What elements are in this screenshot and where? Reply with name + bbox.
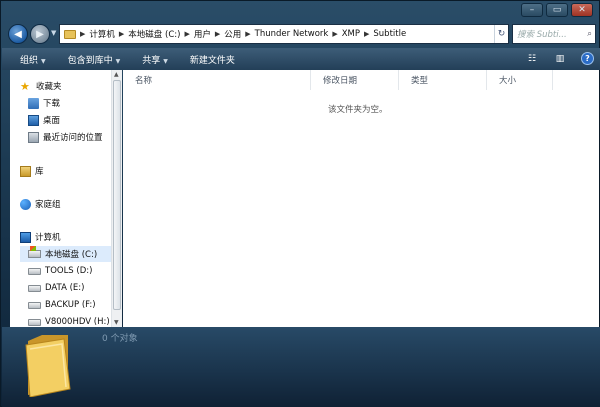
chevron-right-icon[interactable]: ▶ [332, 30, 337, 38]
minimize-button[interactable]: – [521, 3, 543, 17]
share-button[interactable]: 共享 ▼ [142, 53, 168, 66]
drive-icon [28, 301, 41, 309]
homegroup-icon [20, 198, 31, 210]
scroll-down-icon[interactable]: ▼ [114, 319, 119, 326]
chevron-right-icon[interactable]: ▶ [184, 30, 189, 38]
search-icon[interactable]: ⌕ [587, 29, 592, 39]
nav-drive-d[interactable]: TOOLS (D:) [28, 263, 92, 279]
organize-label: 组织 [20, 55, 39, 66]
nav-computer[interactable]: 计算机 [20, 229, 61, 245]
command-bar: 组织 ▼ 包含到库中 ▼ 共享 ▼ 新建文件夹 ☷ ▥ ? [2, 48, 600, 70]
window-controls: – ▭ ✕ [521, 3, 593, 17]
navigation-pane: ★ 收藏夹 下载 桌面 最近访问的位置 库 家庭组 计算机 本地磁盘 (C:) … [10, 70, 111, 327]
nav-drive-f-label: BACKUP (F:) [45, 300, 96, 310]
breadcrumb-computer[interactable]: 计算机 [89, 28, 115, 40]
scrollbar-thumb[interactable] [113, 80, 121, 310]
view-options-icon[interactable]: ☷ [525, 53, 539, 65]
nav-favorites[interactable]: ★ 收藏夹 [20, 78, 62, 94]
desktop-icon [28, 114, 39, 126]
nav-homegroup[interactable]: 家庭组 [20, 196, 61, 212]
share-label: 共享 [142, 55, 161, 66]
history-dropdown-icon[interactable]: ▼ [51, 29, 56, 37]
nav-libraries[interactable]: 库 [20, 163, 44, 179]
organize-button[interactable]: 组织 ▼ [20, 53, 46, 66]
nav-homegroup-label: 家庭组 [35, 200, 61, 210]
dropdown-caret-icon: ▼ [41, 57, 46, 65]
breadcrumb-users[interactable]: 用户 [194, 28, 211, 40]
nav-drive-h[interactable]: V8000HDV (H:) [28, 314, 110, 327]
star-icon: ★ [20, 79, 30, 93]
column-modified[interactable]: 修改日期 [311, 70, 399, 90]
nav-downloads-label: 下载 [43, 99, 61, 109]
drive-icon [28, 284, 41, 292]
nav-drive-c[interactable]: 本地磁盘 (C:) [20, 246, 111, 262]
computer-icon [20, 231, 31, 243]
breadcrumb-public[interactable]: 公用 [224, 28, 241, 40]
forward-button[interactable]: ▶ [30, 24, 50, 44]
breadcrumb-thunder-network[interactable]: Thunder Network [255, 29, 329, 39]
chevron-right-icon[interactable]: ▶ [245, 30, 250, 38]
new-folder-button[interactable]: 新建文件夹 [190, 53, 235, 66]
search-placeholder: 搜索 Subti... [517, 30, 567, 40]
maximize-button[interactable]: ▭ [546, 3, 568, 17]
back-button[interactable]: ◀ [8, 24, 28, 44]
folder-icon [64, 29, 76, 39]
navigation-scrollbar[interactable]: ▲ ▼ [111, 70, 122, 327]
nav-drive-d-label: TOOLS (D:) [45, 266, 93, 276]
nav-drive-f[interactable]: BACKUP (F:) [28, 297, 96, 313]
dropdown-caret-icon: ▼ [163, 57, 168, 65]
refresh-icon[interactable]: ↻ [494, 25, 508, 43]
recent-places-icon [28, 131, 39, 143]
nav-desktop[interactable]: 桌面 [28, 112, 60, 128]
scroll-up-icon[interactable]: ▲ [114, 71, 119, 78]
column-size[interactable]: 大小 [487, 70, 553, 90]
nav-recent[interactable]: 最近访问的位置 [28, 129, 103, 145]
item-count: 0 个对象 [102, 334, 138, 344]
file-list[interactable]: 名称 修改日期 类型 大小 该文件夹为空。 [123, 70, 599, 327]
nav-drive-c-label: 本地磁盘 (C:) [45, 250, 98, 260]
chevron-right-icon[interactable]: ▶ [364, 30, 369, 38]
nav-libraries-label: 库 [35, 167, 44, 177]
nav-favorites-label: 收藏夹 [36, 82, 62, 92]
nav-drive-e-label: DATA (E:) [45, 283, 85, 293]
preview-pane-icon[interactable]: ▥ [553, 53, 567, 65]
empty-folder-message: 该文件夹为空。 [328, 105, 388, 115]
view-controls: ☷ ▥ ? [525, 52, 594, 65]
details-pane: 0 个对象 [2, 327, 600, 407]
nav-desktop-label: 桌面 [43, 116, 61, 126]
nav-drive-e[interactable]: DATA (E:) [28, 280, 84, 296]
nav-computer-label: 计算机 [35, 233, 61, 243]
include-in-library-label: 包含到库中 [67, 55, 113, 66]
close-button[interactable]: ✕ [571, 3, 593, 17]
system-drive-icon [28, 246, 41, 258]
help-icon[interactable]: ? [581, 52, 594, 65]
dropdown-caret-icon: ▼ [115, 57, 121, 65]
address-bar[interactable]: ▶ 计算机 ▶ 本地磁盘 (C:) ▶ 用户 ▶ 公用 ▶ Thunder Ne… [59, 24, 509, 44]
explorer-window: – ▭ ✕ ◀ ▶ ▼ ▶ 计算机 ▶ 本地磁盘 (C:) ▶ 用户 ▶ 公用 … [0, 0, 600, 407]
chevron-right-icon[interactable]: ▶ [80, 30, 85, 38]
breadcrumb-c-drive[interactable]: 本地磁盘 (C:) [128, 28, 180, 40]
chevron-right-icon[interactable]: ▶ [119, 30, 124, 38]
nav-recent-label: 最近访问的位置 [43, 133, 103, 143]
download-folder-icon [28, 97, 39, 109]
folder-icon [25, 335, 71, 397]
breadcrumb-xmp[interactable]: XMP [342, 29, 360, 39]
address-row: ◀ ▶ ▼ ▶ 计算机 ▶ 本地磁盘 (C:) ▶ 用户 ▶ 公用 ▶ Thun… [1, 21, 600, 47]
include-in-library-button[interactable]: 包含到库中 ▼ [68, 53, 121, 66]
search-input[interactable]: 搜索 Subti... ⌕ [512, 24, 596, 44]
chevron-right-icon[interactable]: ▶ [215, 30, 220, 38]
library-icon [20, 165, 31, 177]
drive-icon [28, 267, 41, 275]
column-name[interactable]: 名称 [123, 70, 311, 90]
breadcrumb-subtitle[interactable]: Subtitle [373, 29, 406, 39]
arrow-right-icon: ▶ [36, 28, 44, 40]
nav-drive-h-label: V8000HDV (H:) [45, 317, 110, 327]
nav-downloads[interactable]: 下载 [28, 95, 60, 111]
column-type[interactable]: 类型 [399, 70, 487, 90]
drive-icon [28, 318, 41, 326]
arrow-left-icon: ◀ [14, 28, 22, 40]
